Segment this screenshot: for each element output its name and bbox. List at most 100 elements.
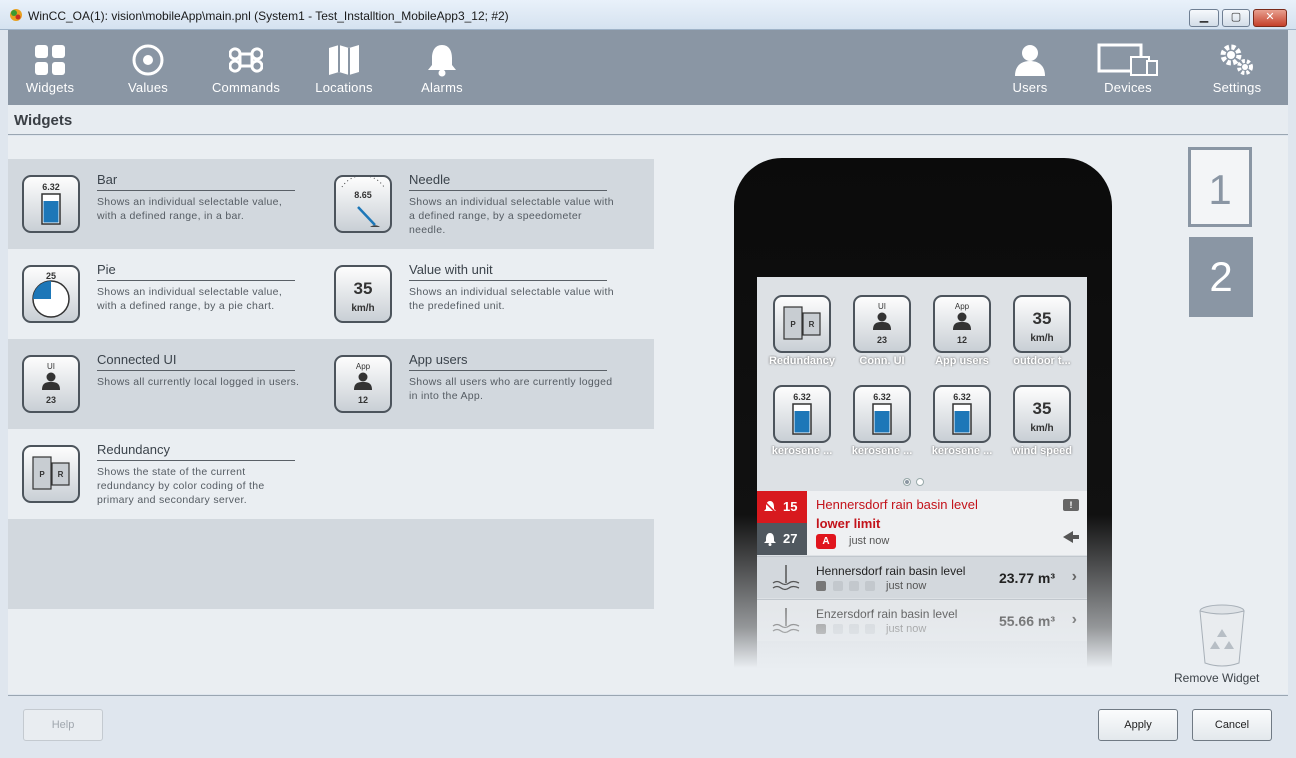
svg-text:23: 23 bbox=[877, 335, 887, 345]
toolbar-label: Commands bbox=[211, 80, 281, 95]
widget-row: 6.32 Bar Shows an individual selectable … bbox=[8, 159, 654, 249]
toolbar-devices[interactable]: Devices bbox=[1086, 30, 1170, 105]
svg-text:6.32: 6.32 bbox=[42, 182, 60, 192]
toolbar-label: Widgets bbox=[25, 80, 75, 95]
wincc-app-icon bbox=[10, 9, 22, 21]
alarm-exclamation-icon: ! bbox=[1063, 499, 1079, 511]
value-reading: 55.66 m³ bbox=[998, 613, 1055, 629]
value-row[interactable]: Enzersdorf rain basin level just now 55.… bbox=[757, 599, 1087, 641]
section-header: Widgets bbox=[8, 105, 1288, 135]
pie-widget-icon: 25 bbox=[22, 265, 80, 323]
users-icon bbox=[1015, 45, 1045, 76]
main-panel: 6.32 Bar Shows an individual selectable … bbox=[8, 136, 1288, 694]
alarm-badge: A bbox=[816, 534, 836, 549]
needle-widget-icon: 8.65 bbox=[334, 175, 392, 233]
widget-name: App users bbox=[409, 352, 468, 367]
widget-name: Value with unit bbox=[409, 262, 493, 277]
value-row[interactable]: Hennersdorf rain basin level just now 23… bbox=[757, 556, 1087, 598]
value-time: just now bbox=[886, 580, 927, 592]
chevron-right-icon: › bbox=[1071, 568, 1077, 585]
maximize-button[interactable]: ▢ bbox=[1222, 9, 1250, 27]
widget-pie[interactable]: 25 Pie Shows an individual selectable va… bbox=[8, 249, 318, 339]
toolbar-settings[interactable]: Settings bbox=[1195, 30, 1279, 105]
preview-tile-label: kerosene ... bbox=[931, 445, 993, 457]
cancel-button[interactable]: Cancel bbox=[1192, 709, 1272, 741]
commands-icon bbox=[229, 47, 263, 73]
svg-text:12: 12 bbox=[957, 335, 967, 345]
svg-text:35: 35 bbox=[1033, 399, 1052, 418]
widget-desc: Shows an individual selectable value wit… bbox=[409, 286, 614, 312]
chevron-right-icon: › bbox=[1071, 611, 1077, 628]
svg-text:35: 35 bbox=[1033, 309, 1052, 328]
svg-text:8.65: 8.65 bbox=[354, 190, 372, 200]
svg-text:km/h: km/h bbox=[351, 303, 374, 314]
status-square bbox=[833, 581, 843, 591]
status-square bbox=[865, 581, 875, 591]
widget-bar[interactable]: 6.32 Bar Shows an individual selectable … bbox=[8, 159, 318, 249]
widget-name: Connected UI bbox=[97, 352, 177, 367]
widget-name: Redundancy bbox=[97, 442, 170, 457]
empty-widget-slot bbox=[8, 519, 654, 609]
alarm-row[interactable]: 15 27 Hennersdorf rain basin level lower… bbox=[757, 491, 1087, 555]
value-unit-widget-icon: 35 km/h bbox=[334, 265, 392, 323]
preview-tile-kerosene[interactable]: 6.32 bbox=[853, 385, 911, 443]
preview-tile-kerosene[interactable]: 6.32 bbox=[933, 385, 991, 443]
preview-tile-app-users[interactable]: App 12 bbox=[933, 295, 991, 353]
value-time: just now bbox=[886, 623, 927, 635]
widget-connected-ui[interactable]: UI 23 Connected UI Shows all currently l… bbox=[8, 339, 318, 429]
preview-tile-kerosene[interactable]: 6.32 bbox=[773, 385, 831, 443]
preview-tile-wind-speed[interactable]: 35 km/h bbox=[1013, 385, 1071, 443]
alarm-bell-icon bbox=[764, 533, 776, 546]
widgets-icon bbox=[35, 45, 65, 75]
page-2-button[interactable]: 2 bbox=[1189, 237, 1253, 317]
widget-redundancy[interactable]: P R Redundancy Shows the state of the cu… bbox=[8, 429, 318, 519]
close-button[interactable]: ✕ bbox=[1253, 9, 1287, 27]
widget-desc: Shows an individual selectable value, wi… bbox=[97, 286, 283, 312]
active-alarm-count: 15 bbox=[757, 491, 807, 523]
preview-tile-outdoor[interactable]: 35 km/h bbox=[1013, 295, 1071, 353]
alarms-icon bbox=[428, 45, 456, 77]
status-square bbox=[849, 581, 859, 591]
toolbar-locations[interactable]: Locations bbox=[302, 30, 386, 105]
remove-widget-label: Remove Widget bbox=[1174, 671, 1260, 685]
page-1-button[interactable]: 1 bbox=[1188, 147, 1252, 227]
page-dot-active[interactable] bbox=[903, 478, 911, 486]
widget-row: 25 Pie Shows an individual selectable va… bbox=[8, 249, 654, 339]
devices-icon bbox=[1097, 43, 1158, 76]
apply-button[interactable]: Apply bbox=[1098, 709, 1178, 741]
bar-widget-icon: 6.32 bbox=[22, 175, 80, 233]
toolbar-values[interactable]: Values bbox=[106, 30, 190, 105]
toolbar-users[interactable]: Users bbox=[988, 30, 1072, 105]
recycle-bin-icon[interactable] bbox=[1196, 603, 1248, 669]
locations-icon bbox=[329, 45, 359, 75]
window-title: WinCC_OA(1): vision\mobileApp\main.pnl (… bbox=[28, 9, 509, 23]
svg-text:App: App bbox=[955, 302, 970, 311]
value-name: Hennersdorf rain basin level bbox=[816, 564, 966, 578]
connected-ui-widget-icon: UI 23 bbox=[22, 355, 80, 413]
widget-desc: Shows all currently local logged in user… bbox=[97, 376, 300, 388]
help-button[interactable]: Help bbox=[23, 709, 103, 741]
preview-tile-conn-ui[interactable]: UI 23 bbox=[853, 295, 911, 353]
page-dot[interactable] bbox=[916, 478, 924, 486]
svg-text:6.32: 6.32 bbox=[793, 392, 811, 402]
preview-tile-label: wind speed bbox=[1012, 445, 1072, 457]
water-level-icon bbox=[772, 608, 800, 634]
svg-text:P: P bbox=[790, 320, 796, 329]
toolbar-alarms[interactable]: Alarms bbox=[400, 30, 484, 105]
widget-app-users[interactable]: App 12 App users Shows all users who are… bbox=[320, 339, 630, 429]
divider bbox=[97, 460, 295, 461]
svg-text:6.32: 6.32 bbox=[873, 392, 891, 402]
preview-tile-label: App users bbox=[935, 355, 989, 367]
toolbar-commands[interactable]: Commands bbox=[204, 30, 288, 105]
acknowledge-icon[interactable] bbox=[1061, 529, 1081, 545]
widget-needle[interactable]: 8.65 Needle Shows an individual selectab… bbox=[320, 159, 630, 249]
minimize-button[interactable]: ▁ bbox=[1189, 9, 1219, 27]
widget-value-with-unit[interactable]: 35 km/h Value with unit Shows an individ… bbox=[320, 249, 630, 339]
preview-tile-label: kerosene ... bbox=[771, 445, 833, 457]
widget-desc: Shows an individual selectable value, wi… bbox=[97, 196, 283, 222]
toolbar-label: Values bbox=[128, 80, 168, 95]
preview-tile-redundancy[interactable]: P R bbox=[773, 295, 831, 353]
divider bbox=[409, 280, 607, 281]
svg-text:UI: UI bbox=[47, 362, 55, 371]
toolbar-widgets[interactable]: Widgets bbox=[8, 30, 92, 105]
